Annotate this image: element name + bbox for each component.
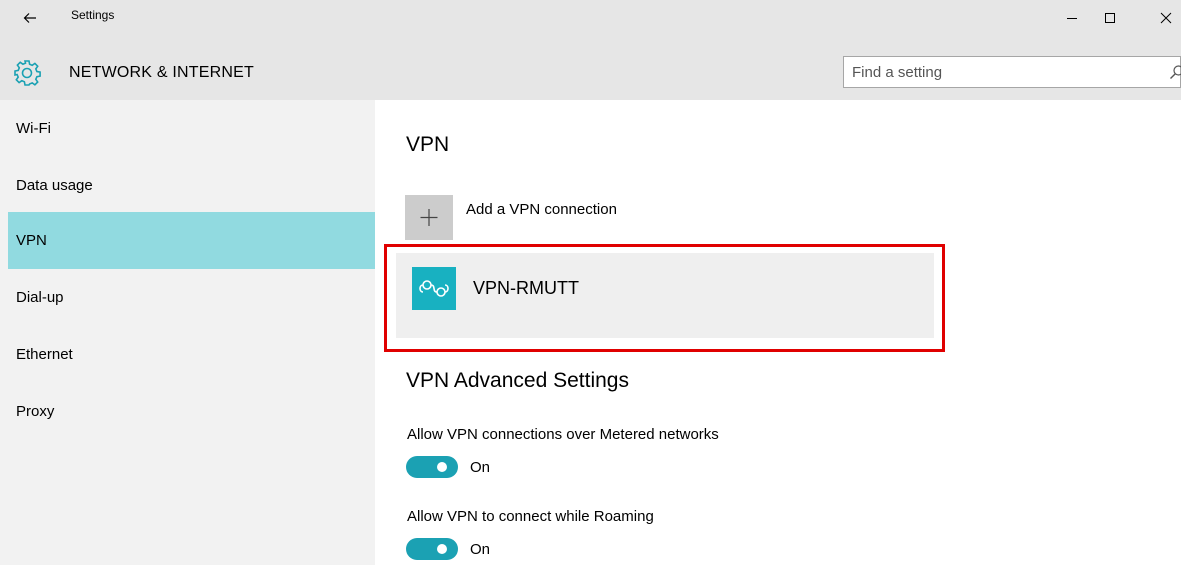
sidebar-item-label: Proxy	[16, 403, 55, 420]
vpn-icon	[412, 267, 456, 310]
sidebar-item-label: Wi-Fi	[16, 120, 51, 137]
gear-icon	[14, 60, 41, 86]
metered-toggle-state: On	[470, 459, 491, 476]
close-button[interactable]	[1160, 4, 1181, 32]
add-vpn-label[interactable]: Add a VPN connection	[466, 201, 617, 218]
roaming-toggle[interactable]	[406, 538, 458, 560]
minimize-icon	[1067, 18, 1077, 19]
section-title: NETWORK & INTERNET	[69, 64, 254, 81]
search-icon[interactable]	[1169, 64, 1181, 80]
sidebar-item-vpn[interactable]: VPN	[8, 212, 375, 269]
sidebar-item-wifi[interactable]: Wi-Fi	[8, 100, 375, 157]
sidebar-item-proxy[interactable]: Proxy	[8, 383, 375, 440]
sidebar-item-label: Data usage	[16, 177, 93, 194]
vpn-connection-item[interactable]: VPN-RMUTT	[396, 253, 934, 338]
add-vpn-button[interactable]	[405, 195, 453, 240]
main-content: VPN Add a VPN connection VPN-RMUTT VPN A…	[375, 100, 1181, 565]
close-icon	[1160, 12, 1172, 24]
sidebar-item-dial-up[interactable]: Dial-up	[8, 269, 375, 326]
plus-icon	[420, 209, 438, 226]
toggle-knob	[437, 462, 447, 472]
sidebar-item-data-usage[interactable]: Data usage	[8, 157, 375, 214]
maximize-icon	[1105, 13, 1115, 23]
search-box[interactable]	[843, 56, 1181, 88]
sidebar-item-ethernet[interactable]: Ethernet	[8, 326, 375, 383]
toggle-knob	[437, 544, 447, 554]
window-title: Settings	[71, 8, 115, 22]
advanced-settings-title: VPN Advanced Settings	[406, 369, 629, 392]
vpn-connection-name: VPN-RMUTT	[473, 278, 579, 298]
title-bar: Settings	[0, 0, 1181, 46]
maximize-button[interactable]	[1090, 4, 1130, 32]
sidebar: Wi-Fi Data usage VPN Dial-up Ethernet Pr…	[0, 100, 375, 565]
search-input[interactable]	[852, 57, 1142, 87]
arrow-left-icon	[23, 13, 36, 23]
settings-header: NETWORK & INTERNET	[0, 46, 1181, 100]
metered-toggle[interactable]	[406, 456, 458, 478]
back-button[interactable]	[18, 6, 42, 30]
sidebar-item-label: Ethernet	[16, 346, 73, 363]
page-title: VPN	[406, 133, 450, 156]
roaming-toggle-state: On	[470, 541, 491, 558]
minimize-button[interactable]	[1052, 4, 1092, 32]
sidebar-item-label: Dial-up	[16, 289, 64, 306]
roaming-setting-label: Allow VPN to connect while Roaming	[407, 508, 654, 525]
sidebar-item-label: VPN	[16, 232, 47, 249]
metered-setting-label: Allow VPN connections over Metered netwo…	[407, 426, 719, 443]
